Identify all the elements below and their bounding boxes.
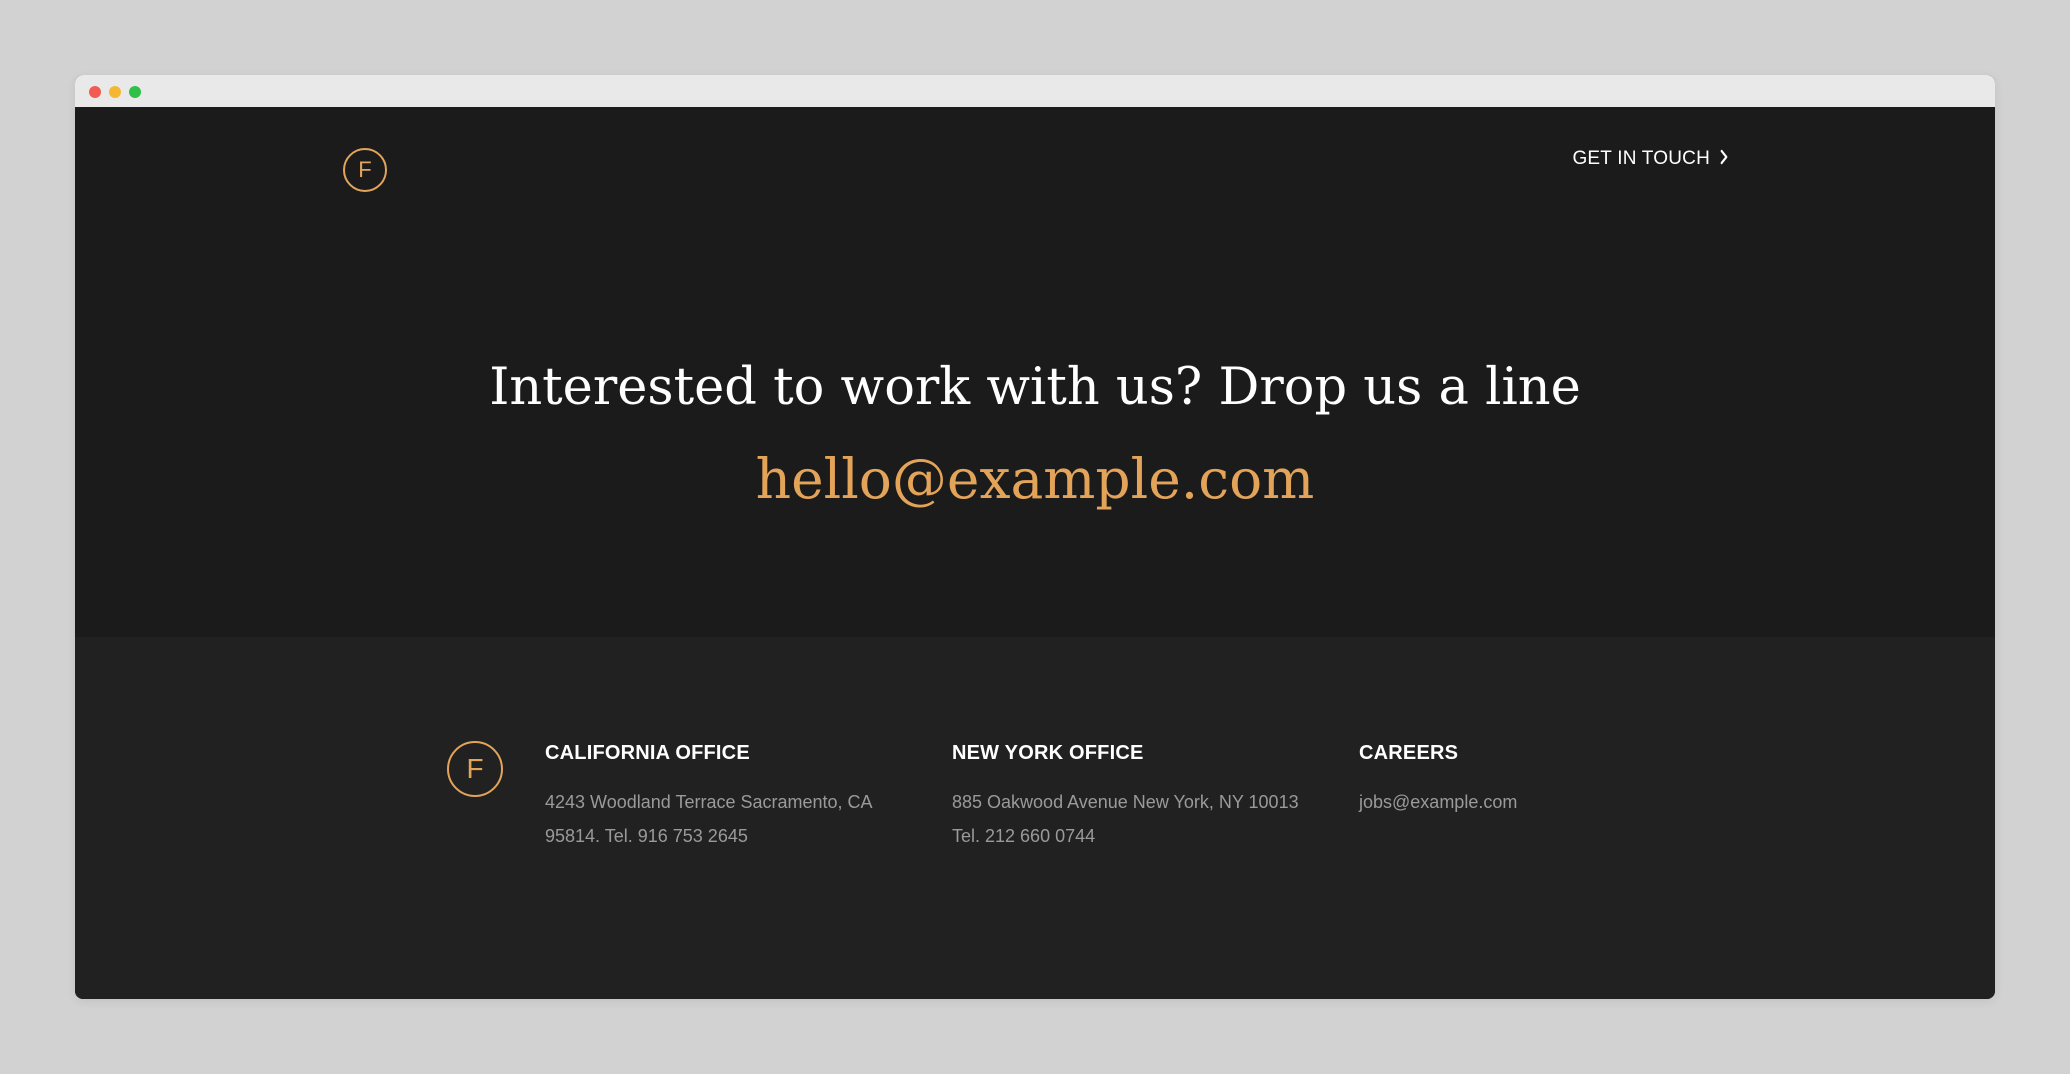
hero-headline: Interested to work with us? Drop us a li… bbox=[489, 358, 1581, 417]
california-office-title: CALIFORNIA OFFICE bbox=[545, 742, 750, 764]
chevron-right-icon bbox=[1719, 148, 1729, 170]
close-window-button[interactable] bbox=[89, 86, 101, 98]
get-in-touch-link[interactable]: GET IN TOUCH bbox=[1572, 148, 1730, 170]
new-york-office-address-line1: 885 Oakwood Avenue New York, NY 10013 bbox=[952, 792, 1299, 812]
browser-window: F GET IN TOUCH Interested to work with u… bbox=[75, 75, 1995, 999]
contact-hero: F GET IN TOUCH Interested to work with u… bbox=[75, 107, 1995, 637]
new-york-office-title: NEW YORK OFFICE bbox=[952, 742, 1144, 764]
window-titlebar bbox=[75, 75, 1995, 107]
contact-email-link[interactable]: hello@example.com bbox=[75, 452, 1995, 507]
logo-letter: F bbox=[358, 157, 372, 182]
california-office-column: CALIFORNIA OFFICE 4243 Woodland Terrace … bbox=[545, 741, 905, 853]
new-york-office-address: 885 Oakwood Avenue New York, NY 10013 Te… bbox=[952, 785, 1312, 853]
logo[interactable]: F bbox=[343, 148, 387, 192]
new-york-office-column: NEW YORK OFFICE 885 Oakwood Avenue New Y… bbox=[952, 741, 1312, 853]
careers-email-link[interactable]: jobs@example.com bbox=[1359, 785, 1659, 819]
careers-column: CAREERS jobs@example.com bbox=[1359, 741, 1659, 819]
california-office-address-line2: 95814. Tel. 916 753 2645 bbox=[545, 826, 748, 846]
maximize-window-button[interactable] bbox=[129, 86, 141, 98]
site-footer: F CALIFORNIA OFFICE 4243 Woodland Terrac… bbox=[75, 637, 1995, 999]
new-york-office-phone: Tel. 212 660 0744 bbox=[952, 826, 1096, 846]
footer-logo-letter: F bbox=[466, 753, 484, 784]
minimize-window-button[interactable] bbox=[109, 86, 121, 98]
california-office-address-line1: 4243 Woodland Terrace Sacramento, CA bbox=[545, 792, 873, 812]
careers-title: CAREERS bbox=[1359, 742, 1459, 764]
get-in-touch-label: GET IN TOUCH bbox=[1572, 148, 1710, 169]
california-office-address: 4243 Woodland Terrace Sacramento, CA 958… bbox=[545, 785, 905, 853]
footer-logo[interactable]: F bbox=[447, 741, 503, 797]
